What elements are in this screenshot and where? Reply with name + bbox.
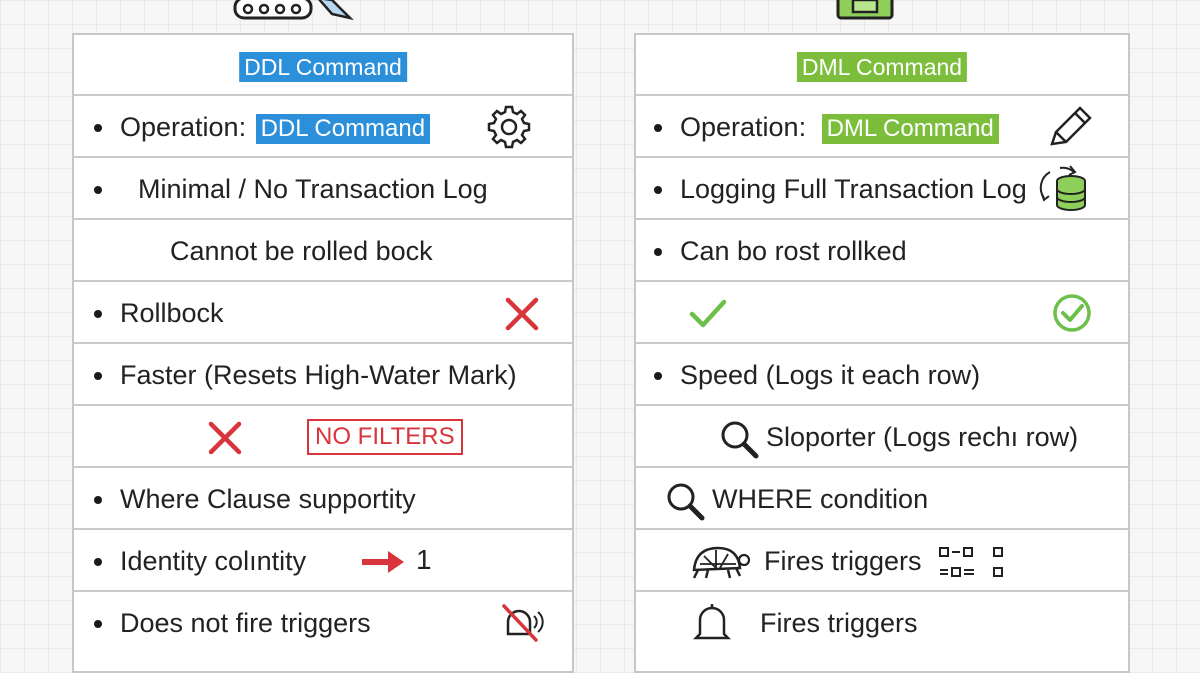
ddl-speed-text: Faster (Resets High-Water Mark) (120, 360, 517, 390)
check-circle-icon (1053, 294, 1091, 332)
ddl-rollback-note-row: Cannot be rolled bock (74, 220, 572, 282)
ddl-where-row: Where Clause supportity (74, 468, 572, 530)
dml-speed-text: Speed (Logs it each row) (680, 360, 981, 390)
gear-icon (487, 105, 531, 149)
ddl-operation-row: Operation: DDL Command (74, 96, 572, 158)
grid-icon (939, 547, 1003, 577)
dml-logging-text: Logging Full Transaction Log (680, 174, 1027, 204)
magnifier-icon (721, 421, 759, 459)
bullet (94, 124, 102, 132)
bell-icon (692, 604, 732, 640)
cross-icon (505, 297, 539, 331)
bullet (654, 372, 662, 380)
ddl-rollback-note: Cannot be rolled bock (170, 236, 433, 266)
bullet (654, 124, 662, 132)
pencil-icon (1050, 106, 1092, 146)
box-icon (836, 0, 894, 20)
ddl-rollback-row: Rollbock (74, 282, 572, 344)
bullet (94, 496, 102, 504)
dml-logging-row: Logging Full Transaction Log (636, 158, 1128, 220)
ddl-identity-value: 1 (416, 544, 432, 575)
ddl-filters-row: NO FILTERS (74, 406, 572, 468)
database-sync-icon (1039, 165, 1086, 211)
bullet (94, 620, 102, 628)
bullet (654, 248, 662, 256)
no-filters-badge: NO FILTERS (307, 419, 463, 455)
dml-check-row (636, 282, 1128, 344)
dml-rollback-row: Can bo rost rollked (636, 220, 1128, 282)
ddl-identity-text: Identity colıntity (120, 546, 307, 576)
dml-operation-value: DML Command (821, 114, 999, 144)
ddl-logging-text: Minimal / No Transaction Log (138, 174, 488, 204)
arrow-right-icon (362, 551, 404, 573)
dml-operation-row: Operation: DML Command (636, 96, 1128, 158)
bell-off-icon (502, 604, 544, 642)
dml-panel: DML Command Operation: DML Command Loggi… (634, 33, 1130, 673)
ddl-operation-value: DDL Command (255, 114, 431, 144)
bullet (654, 186, 662, 194)
ddl-triggers-text: Does not fire triggers (120, 608, 371, 638)
dml-triggers-row-1: Fires triggers (636, 530, 1128, 592)
ddl-panel: DDL Command Operation: DDL Command Minim… (72, 33, 574, 673)
bullet (94, 186, 102, 194)
dml-where-text: WHERE condition (712, 484, 929, 514)
ddl-rollback-label: Rollbock (120, 298, 224, 328)
dml-triggers-row-2: Fires triggers (636, 592, 1128, 654)
turtle-icon (692, 546, 751, 579)
dml-header-row: DML Command (636, 35, 1128, 96)
magnifier-icon (667, 483, 705, 521)
check-icon (689, 299, 727, 328)
bullet (94, 558, 102, 566)
dml-speed-row: Speed (Logs it each row) (636, 344, 1128, 406)
ddl-logging-row: Minimal / No Transaction Log (74, 158, 572, 220)
ddl-triggers-row: Does not fire triggers (74, 592, 572, 654)
dml-header: DML Command (796, 52, 968, 82)
dml-slower-row: Sloporter (Logs rechı row) (636, 406, 1128, 468)
ddl-header-row: DDL Command (74, 35, 572, 96)
truck-icon (233, 0, 354, 21)
ddl-speed-row: Faster (Resets High-Water Mark) (74, 344, 572, 406)
dml-fires-triggers-2: Fires triggers (760, 608, 918, 638)
dml-slower-text: Sloporter (Logs rechı row) (766, 422, 1079, 452)
bullet (94, 310, 102, 318)
ddl-where-text: Where Clause supportity (120, 484, 416, 514)
ddl-operation-label: Operation: (120, 112, 247, 142)
dml-operation-label: Operation: (680, 112, 807, 142)
ddl-identity-row: Identity colıntity 1 (74, 530, 572, 592)
ddl-header: DDL Command (239, 52, 407, 82)
bullet (94, 372, 102, 380)
dml-rollback-note: Can bo rost rollked (680, 236, 907, 266)
dml-where-row: WHERE condition (636, 468, 1128, 530)
cross-icon (208, 421, 242, 455)
dml-fires-triggers-1: Fires triggers (764, 546, 922, 576)
